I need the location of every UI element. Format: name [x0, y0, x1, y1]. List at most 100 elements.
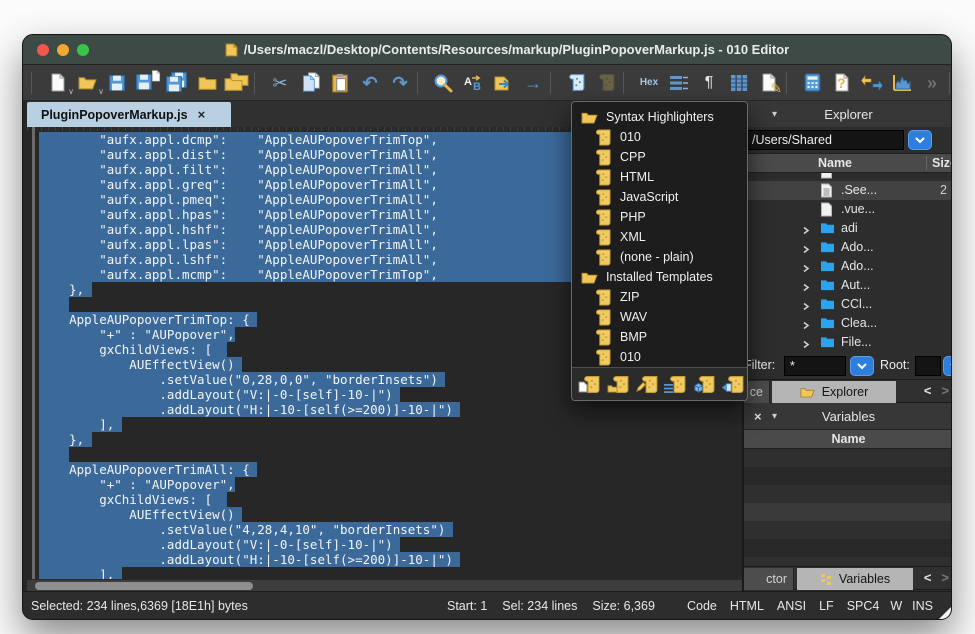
menu-item-wav[interactable]: WAV: [572, 307, 747, 327]
template-open-icon[interactable]: [609, 372, 633, 397]
file-row-vue[interactable]: .vue...: [744, 200, 952, 219]
run-script-icon[interactable]: [561, 68, 591, 98]
expand-chevron-icon[interactable]: [802, 300, 810, 314]
scroll-right-icon[interactable]: >: [941, 570, 949, 585]
close-window-button[interactable]: [37, 44, 49, 56]
hex-edit-icon[interactable]: [664, 68, 694, 98]
filter-dropdown-button[interactable]: [850, 356, 874, 376]
goto-icon[interactable]: [488, 68, 518, 98]
menu-item-none-plain[interactable]: (none - plain): [572, 247, 747, 267]
menu-item-html[interactable]: HTML: [572, 167, 747, 187]
menu-item-syntax-highlighters[interactable]: Syntax Highlighters: [572, 107, 747, 127]
variables-empty-rows[interactable]: [744, 449, 952, 566]
undo-icon[interactable]: ↶: [355, 68, 385, 98]
status-ins[interactable]: INS: [912, 599, 933, 613]
folder-row-ado[interactable]: Ado...: [744, 238, 952, 257]
menu-item-xml[interactable]: XML: [572, 227, 747, 247]
path-input[interactable]: /Users/Shared: [746, 130, 904, 150]
save-icon[interactable]: [102, 68, 132, 98]
open-file-icon[interactable]: ∨: [72, 68, 102, 98]
file-row-blank[interactable]: [744, 173, 952, 181]
resize-grip[interactable]: [937, 607, 951, 620]
jump-to-icon[interactable]: →: [518, 68, 548, 98]
tab-inspector-partial[interactable]: ctor: [744, 568, 794, 590]
status-code[interactable]: Code: [687, 599, 717, 613]
tab-explorer[interactable]: Explorer: [772, 381, 896, 403]
template-list-icon[interactable]: [666, 372, 690, 397]
menu-item-010[interactable]: 010: [572, 347, 747, 367]
redo-icon[interactable]: ↷: [385, 68, 415, 98]
root-input[interactable]: [915, 356, 941, 376]
status-ansi[interactable]: ANSI: [777, 599, 806, 613]
collapse-chevron-icon[interactable]: ▾: [772, 411, 777, 422]
folder-row-adi[interactable]: adi: [744, 219, 952, 238]
variables-table-header[interactable]: Name: [744, 429, 952, 449]
help-doc-icon[interactable]: ?: [827, 68, 857, 98]
histogram-icon[interactable]: [887, 68, 917, 98]
menu-item-installed-templates[interactable]: Installed Templates: [572, 267, 747, 287]
template-import-icon[interactable]: [723, 372, 747, 397]
folder-icon[interactable]: [192, 68, 222, 98]
scroll-left-icon[interactable]: <: [924, 570, 932, 585]
column-name[interactable]: Name: [744, 156, 926, 170]
zoom-window-button[interactable]: [77, 44, 89, 56]
scroll-right-icon[interactable]: >: [941, 383, 949, 398]
horizontal-scrollbar[interactable]: [27, 579, 742, 591]
collapse-chevron-icon[interactable]: ▾: [772, 109, 777, 120]
expand-chevron-icon[interactable]: [802, 224, 810, 238]
status-w[interactable]: W: [890, 599, 902, 613]
columns-icon[interactable]: [724, 68, 754, 98]
folder-row-ccl[interactable]: CCl...: [744, 295, 952, 314]
copy-icon[interactable]: [295, 68, 325, 98]
template-cube-icon[interactable]: [695, 372, 719, 397]
scroll-left-icon[interactable]: <: [924, 383, 932, 398]
expand-chevron-icon[interactable]: [802, 262, 810, 276]
explorer-table-header[interactable]: Name Size: [744, 153, 952, 173]
template-new-icon[interactable]: [580, 372, 604, 397]
calculator-icon[interactable]: [797, 68, 827, 98]
status-lf[interactable]: LF: [819, 599, 834, 613]
title-bar[interactable]: /Users/maczl/Desktop/Contents/Resources/…: [23, 35, 951, 65]
path-dropdown-button[interactable]: [908, 130, 932, 150]
replace-icon[interactable]: AB: [458, 68, 488, 98]
template-edit-icon[interactable]: [637, 372, 661, 397]
folder-row-aut[interactable]: Aut...: [744, 276, 952, 295]
status-spc4[interactable]: SPC4: [847, 599, 880, 613]
find-icon[interactable]: [428, 68, 458, 98]
swap-bytes-icon[interactable]: [857, 68, 887, 98]
expand-chevron-icon[interactable]: [802, 338, 810, 351]
filter-input[interactable]: *: [784, 356, 846, 376]
new-file-icon[interactable]: ∨: [42, 68, 72, 98]
menu-item-bmp[interactable]: BMP: [572, 327, 747, 347]
close-panel-icon[interactable]: ×: [754, 409, 762, 424]
root-dropdown-button[interactable]: [943, 356, 952, 376]
menu-item-javascript[interactable]: JavaScript: [572, 187, 747, 207]
save-as-icon[interactable]: [132, 68, 162, 98]
horizontal-scrollbar-thumb[interactable]: [35, 582, 253, 590]
expand-chevron-icon[interactable]: [802, 243, 810, 257]
tab-variables[interactable]: Variables: [797, 568, 913, 590]
edit-mode-icon[interactable]: ✎: [754, 68, 784, 98]
folder-row-clea[interactable]: Clea...: [744, 314, 952, 333]
file-row-see[interactable]: .See...2: [744, 181, 952, 200]
cut-icon[interactable]: ✂: [265, 68, 295, 98]
minimize-window-button[interactable]: [57, 44, 69, 56]
tab-pluginpopovermarkup[interactable]: PluginPopoverMarkup.js ×: [27, 102, 231, 127]
run-script-disabled-icon[interactable]: [591, 68, 621, 98]
paste-icon[interactable]: [325, 68, 355, 98]
folder-row-file[interactable]: File...: [744, 333, 952, 351]
expand-chevron-icon[interactable]: [802, 319, 810, 333]
column-separator[interactable]: [926, 156, 927, 170]
menu-item-php[interactable]: PHP: [572, 207, 747, 227]
save-all-icon[interactable]: [162, 68, 192, 98]
expand-chevron-icon[interactable]: [802, 281, 810, 295]
column-size[interactable]: Size: [932, 156, 952, 170]
tab-close-icon[interactable]: ×: [198, 107, 206, 122]
menu-item-cpp[interactable]: CPP: [572, 147, 747, 167]
status-html[interactable]: HTML: [730, 599, 764, 613]
menu-item-010[interactable]: 010: [572, 127, 747, 147]
folder-multi-icon[interactable]: [222, 68, 252, 98]
menu-item-zip[interactable]: ZIP: [572, 287, 747, 307]
hex-label-icon[interactable]: Hex: [634, 68, 664, 98]
folder-row-ado[interactable]: Ado...: [744, 257, 952, 276]
